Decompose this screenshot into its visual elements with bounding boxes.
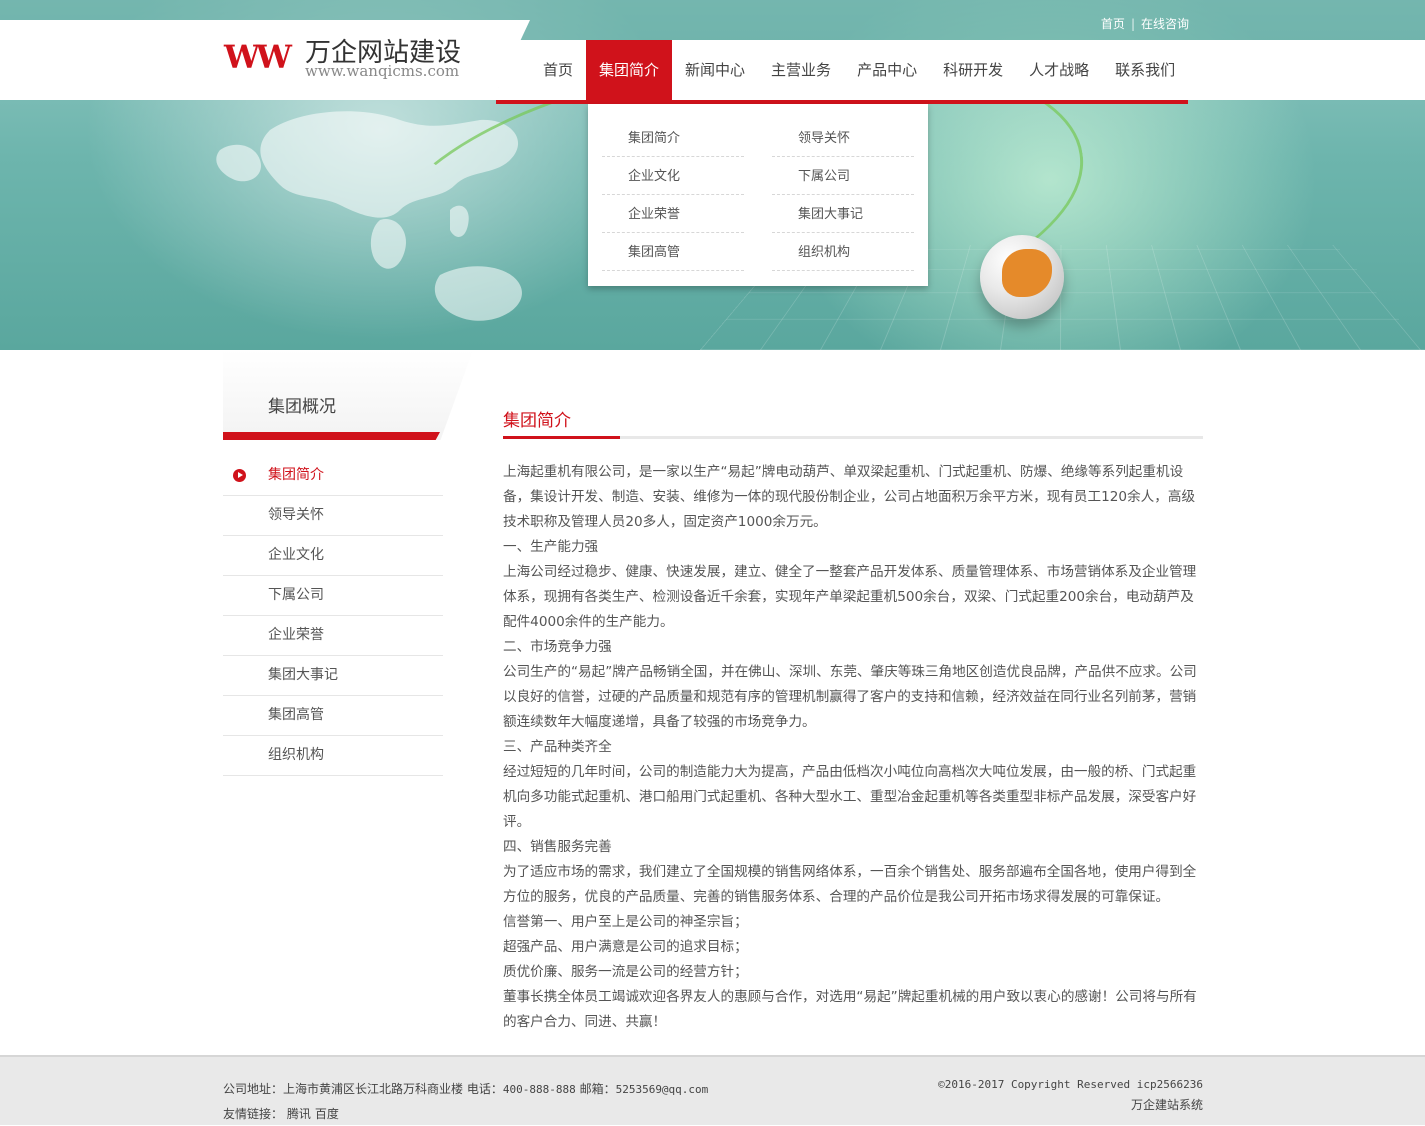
dropdown-item[interactable]: 领导关怀 (772, 120, 914, 157)
nav-item-news[interactable]: 新闻中心 (672, 40, 758, 100)
paragraph: 上海公司经过稳步、健康、快速发展，建立、健全了一整套产品开发体系、质量管理体系、… (503, 564, 1197, 630)
globe-graphic (980, 235, 1064, 319)
nav-item-about[interactable]: 集团简介 (586, 40, 673, 100)
logo-url: www.wanqicms.com (305, 62, 460, 80)
copyright-text: ©2016-2017 Copyright Reserved icp2566236 (938, 1078, 1203, 1091)
sidebar-item-label: 领导关怀 (268, 507, 324, 523)
title-divider-accent (503, 436, 620, 439)
footer-links-line: 友情链接： 腾讯 百度 (223, 1102, 708, 1126)
paragraph: 信誉第一、用户至上是公司的神圣宗旨； (503, 914, 748, 930)
dropdown-item[interactable]: 集团简介 (602, 120, 744, 157)
sidebar-item-culture[interactable]: 企业文化 (223, 536, 443, 576)
footer-info: 公司地址：上海市黄浦区长江北路万科商业楼 电话：400-888-888 邮箱：5… (223, 1077, 708, 1126)
main-nav: 首页 集团简介 新闻中心 主营业务 产品中心 科研开发 人才战略 联系我们 (530, 40, 1188, 100)
top-link-consult[interactable]: 在线咨询 (1141, 17, 1189, 31)
nav-item-talent[interactable]: 人才战略 (1016, 40, 1102, 100)
address-value: 上海市黄浦区长江北路万科商业楼 (283, 1082, 464, 1096)
dropdown-item[interactable]: 组织机构 (772, 234, 914, 271)
sidebar-item-label: 集团大事记 (268, 667, 338, 683)
email-label: 邮箱： (579, 1082, 616, 1096)
system-name: 万企建站系统 (1130, 1098, 1203, 1112)
sidebar-item-label: 组织机构 (268, 747, 324, 763)
friend-link-tencent[interactable]: 腾讯 (287, 1107, 311, 1121)
friend-link-baidu[interactable]: 百度 (315, 1107, 339, 1121)
dropdown-item[interactable]: 企业文化 (602, 158, 744, 195)
address-label: 公司地址： (223, 1082, 284, 1096)
sidebar-item-organization[interactable]: 组织机构 (223, 736, 443, 776)
phone-label: 电话： (466, 1082, 503, 1096)
sidebar-list: 集团简介 领导关怀 企业文化 下属公司 企业荣誉 集团大事记 集团高管 组织机构 (223, 456, 443, 776)
nav-item-business[interactable]: 主营业务 (758, 40, 844, 100)
nav-item-products[interactable]: 产品中心 (844, 40, 930, 100)
top-links: 首页 | 在线咨询 (1101, 15, 1189, 32)
about-dropdown-menu: 集团简介 企业文化 企业荣誉 集团高管 领导关怀 下属公司 集团大事记 组织机构 (588, 104, 928, 286)
paragraph: 经过短短的几年时间，公司的制造能力大为提高，产品由低档次小吨位向高档次大吨位发展… (503, 764, 1197, 830)
section-heading: 三、产品种类齐全 (503, 739, 612, 755)
section-heading: 二、市场竞争力强 (503, 639, 612, 655)
links-label: 友情链接： (223, 1107, 284, 1121)
dropdown-item[interactable]: 下属公司 (772, 158, 914, 195)
paragraph: 质优价廉、服务一流是公司的经营方针； (503, 964, 748, 980)
article-body: 上海起重机有限公司，是一家以生产“易起”牌电动葫芦、单双梁起重机、门式起重机、防… (503, 460, 1205, 1035)
play-circle-icon (233, 469, 246, 482)
sidebar-item-intro[interactable]: 集团简介 (223, 456, 443, 496)
sidebar-title: 集团概况 (268, 397, 336, 417)
sidebar-item-honors[interactable]: 企业荣誉 (223, 616, 443, 656)
sidebar-item-label: 集团简介 (268, 467, 324, 483)
section-heading: 一、生产能力强 (503, 539, 599, 555)
email-value: 5253569@qq.com (615, 1083, 709, 1096)
sidebar-item-label: 企业文化 (268, 547, 324, 563)
sidebar-item-label: 下属公司 (268, 587, 324, 603)
nav-item-home[interactable]: 首页 (530, 40, 586, 100)
dropdown-item[interactable]: 集团高管 (602, 234, 744, 271)
paragraph: 为了适应市场的需求，我们建立了全国规模的销售网络体系，一百余个销售处、服务部遍布… (503, 864, 1197, 905)
sidebar-item-label: 集团高管 (268, 707, 324, 723)
nav-item-contact[interactable]: 联系我们 (1102, 40, 1188, 100)
logo-mark[interactable]: WW (224, 38, 292, 76)
paragraph: 超强产品、用户满意是公司的追求目标； (503, 939, 748, 955)
sidebar-item-label: 企业荣誉 (268, 627, 324, 643)
page-title: 集团简介 (503, 411, 571, 431)
footer (0, 1055, 1425, 1125)
top-link-separator: | (1130, 17, 1135, 31)
footer-copyright: ©2016-2017 Copyright Reserved icp2566236… (938, 1074, 1203, 1116)
sidebar-item-executives[interactable]: 集团高管 (223, 696, 443, 736)
paragraph: 董事长携全体员工竭诚欢迎各界友人的惠顾与合作，对选用“易起”牌起重机械的用户致以… (503, 989, 1197, 1030)
paragraph: 上海起重机有限公司，是一家以生产“易起”牌电动葫芦、单双梁起重机、门式起重机、防… (503, 464, 1196, 530)
sidebar-item-leaders[interactable]: 领导关怀 (223, 496, 443, 536)
sidebar-header (223, 350, 473, 440)
paragraph: 公司生产的“易起”牌产品畅销全国，并在佛山、深圳、东莞、肇庆等珠三角地区创造优良… (503, 664, 1197, 730)
section-heading: 四、销售服务完善 (503, 839, 612, 855)
sidebar-item-milestones[interactable]: 集团大事记 (223, 656, 443, 696)
top-link-home[interactable]: 首页 (1101, 17, 1125, 31)
sidebar-red-bar (223, 432, 440, 440)
phone-value: 400-888-888 (502, 1083, 576, 1096)
nav-item-research[interactable]: 科研开发 (930, 40, 1016, 100)
footer-contact-line: 公司地址：上海市黄浦区长江北路万科商业楼 电话：400-888-888 邮箱：5… (223, 1077, 708, 1102)
dropdown-item[interactable]: 企业荣誉 (602, 196, 744, 233)
dropdown-item[interactable]: 集团大事记 (772, 196, 914, 233)
sidebar-item-subsidiaries[interactable]: 下属公司 (223, 576, 443, 616)
